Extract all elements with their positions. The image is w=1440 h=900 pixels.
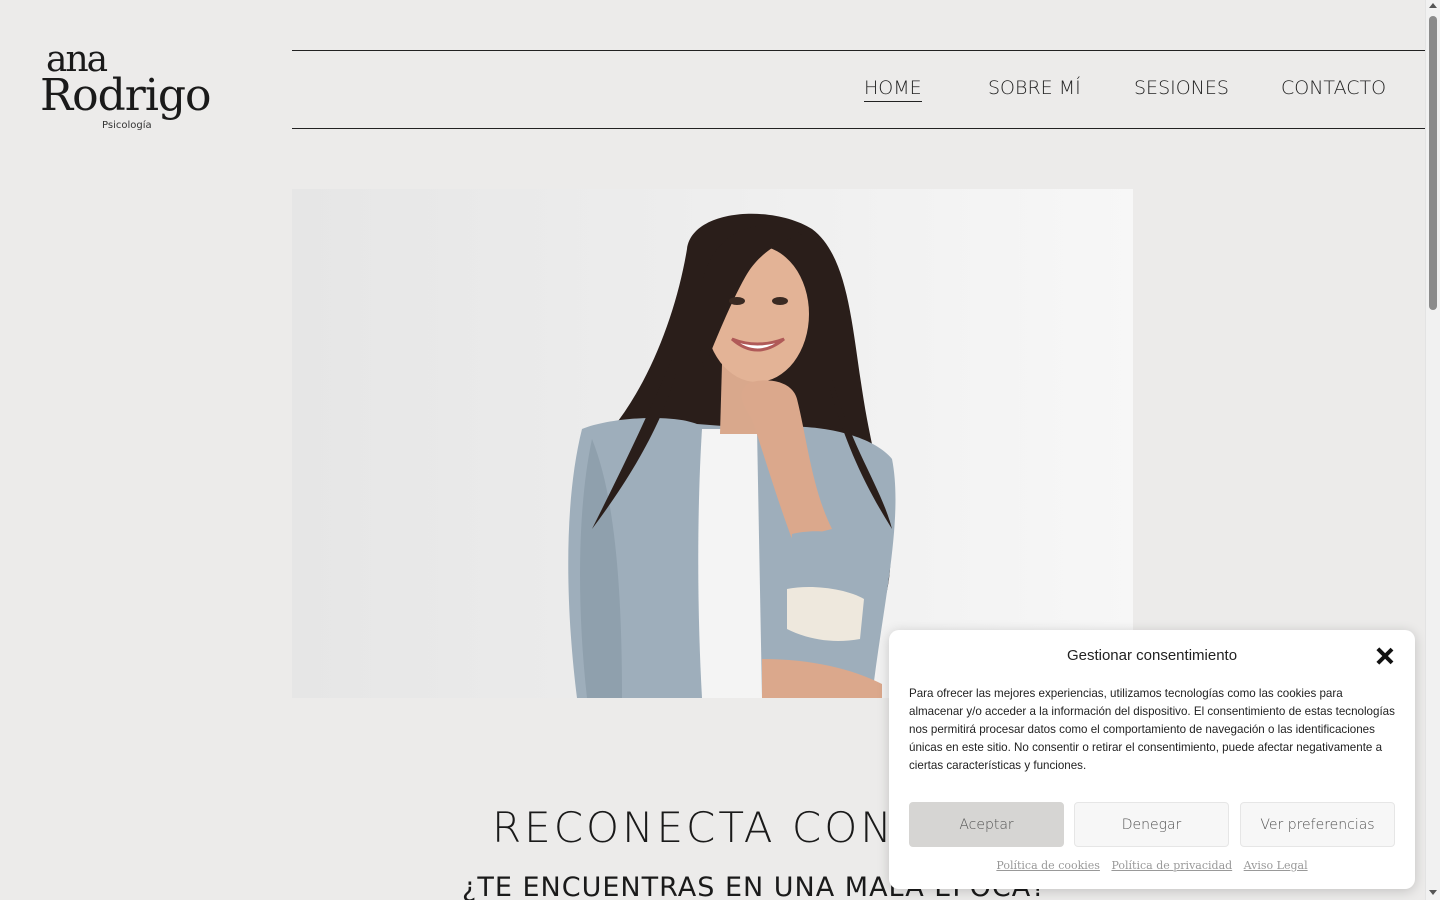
view-preferences-button[interactable]: Ver preferencias (1240, 802, 1395, 847)
close-icon[interactable] (1376, 647, 1394, 665)
scrollbar-thumb[interactable] (1429, 16, 1437, 310)
cookie-links: Política de cookies Política de privacid… (889, 859, 1415, 872)
nav-item-home[interactable]: HOME (864, 77, 922, 102)
scroll-up-icon[interactable] (1429, 3, 1437, 8)
nav-item-contacto[interactable]: CONTACTO (1281, 77, 1386, 99)
legal-notice-link[interactable]: Aviso Legal (1244, 859, 1308, 872)
logo-line-psicologia: Psicología (102, 120, 152, 131)
cookie-dialog-body: Para ofrecer las mejores experiencias, u… (909, 687, 1395, 772)
logo-line-rodrigo: Rodrigo (40, 70, 212, 121)
nav-item-sesiones[interactable]: SESIONES (1134, 77, 1229, 99)
hero-portrait-image (292, 189, 1133, 698)
cookie-policy-link[interactable]: Política de cookies (996, 859, 1100, 872)
cookie-dialog-title: Gestionar consentimiento (1066, 647, 1238, 664)
page-scrollbar[interactable] (1425, 0, 1440, 900)
accept-button[interactable]: Aceptar (909, 802, 1064, 847)
scroll-down-icon[interactable] (1429, 890, 1437, 895)
cookie-consent-dialog: Gestionar consentimiento Para ofrecer la… (889, 630, 1415, 889)
portrait-illustration (568, 213, 896, 698)
logo[interactable]: ana Rodrigo Psicología (40, 42, 212, 137)
deny-button[interactable]: Denegar (1074, 802, 1229, 847)
privacy-policy-link[interactable]: Política de privacidad (1111, 859, 1232, 872)
nav-item-sobre-mi[interactable]: SOBRE MÍ (988, 77, 1081, 99)
main-nav: HOME SOBRE MÍ SESIONES CONTACTO (292, 50, 1425, 129)
